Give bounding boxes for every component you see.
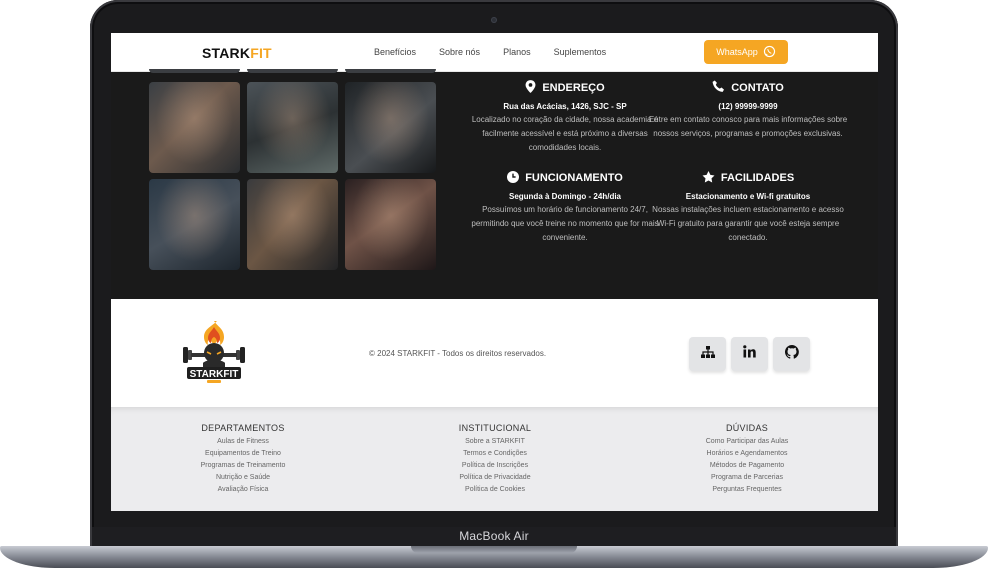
footer-link[interactable]: Política de Inscrições xyxy=(410,460,580,472)
linkedin-icon xyxy=(743,345,756,363)
social-links xyxy=(689,337,810,371)
nav-links: Benefícios Sobre nós Planos Suplementos xyxy=(374,47,606,57)
phone-icon xyxy=(712,80,725,96)
footer-link[interactable]: Horários e Agendamentos xyxy=(662,448,832,460)
navbar: STARKFIT Benefícios Sobre nós Planos Sup… xyxy=(111,33,878,72)
gallery-image[interactable] xyxy=(247,179,338,270)
footer-link[interactable]: Perguntas Frequentes xyxy=(662,484,832,496)
gallery-image-partial xyxy=(345,69,436,73)
footer-link[interactable]: Nutrição e Saúde xyxy=(158,472,328,484)
info-subtitle: Segunda à Domingo - 24h/dia xyxy=(508,192,621,201)
laptop-model-label: MacBook Air xyxy=(459,529,529,543)
info-subtitle: (12) 99999-9999 xyxy=(718,102,778,111)
footer-link[interactable]: Como Participar das Aulas xyxy=(662,436,832,448)
info-funcionamento: FUNCIONAMENTO Segunda à Domingo - 24h/di… xyxy=(465,170,665,245)
info-contato: CONTATO (12) 99999-9999 Entre em contato… xyxy=(648,80,848,141)
footer-link[interactable]: Política de Cookies xyxy=(410,484,580,496)
footer-column-departamentos: DEPARTAMENTOS Aulas de Fitness Equipamen… xyxy=(158,423,328,496)
footer-column-duvidas: DÚVIDAS Como Participar das Aulas Horári… xyxy=(662,423,832,496)
info-description: Localizado no coração da cidade, nossa a… xyxy=(471,115,659,152)
info-title: ENDEREÇO xyxy=(542,82,605,94)
location-pin-icon xyxy=(525,80,536,96)
nav-link-sobre-nos[interactable]: Sobre nós xyxy=(439,47,480,57)
nav-link-suplementos[interactable]: Suplementos xyxy=(554,47,607,57)
brand-main: STARK xyxy=(202,45,251,61)
footer-link[interactable]: Política de Privacidade xyxy=(410,472,580,484)
footer-link[interactable]: Equipamentos de Treino xyxy=(158,448,328,460)
gallery-image[interactable] xyxy=(345,82,436,173)
starkfit-logo-graphic: STARKFIT xyxy=(183,321,245,383)
linkedin-button[interactable] xyxy=(731,337,768,371)
nav-link-planos[interactable]: Planos xyxy=(503,47,531,57)
info-facilidades: FACILIDADES Estacionamento e Wi-fi gratu… xyxy=(648,170,848,245)
gallery-image-partial xyxy=(247,69,338,73)
gallery-image[interactable] xyxy=(345,179,436,270)
copyright-text: © 2024 STARKFIT - Todos os direitos rese… xyxy=(369,349,547,358)
footer-column-institucional: INSTITUCIONAL Sobre a STARKFIT Termos e … xyxy=(410,423,580,496)
footer-link[interactable]: Avaliação Física xyxy=(158,484,328,496)
footer-column-title: INSTITUCIONAL xyxy=(458,423,532,433)
footer-column-title: DÚVIDAS xyxy=(725,423,769,433)
whatsapp-icon xyxy=(763,45,776,60)
footer-link[interactable]: Programa de Parcerias xyxy=(662,472,832,484)
info-title: FACILIDADES xyxy=(720,172,795,184)
starkfit-logo[interactable]: STARKFIT xyxy=(179,319,249,389)
footer-link[interactable]: Sobre a STARKFIT xyxy=(410,436,580,448)
footer-link[interactable]: Métodos de Pagamento xyxy=(662,460,832,472)
clock-icon xyxy=(507,170,520,186)
star-icon xyxy=(702,170,715,186)
footer-link[interactable]: Termos e Condições xyxy=(410,448,580,460)
gallery-image-partial xyxy=(149,69,240,73)
gallery-image[interactable] xyxy=(149,82,240,173)
footer-column-title: DEPARTAMENTOS xyxy=(201,423,285,433)
info-title: FUNCIONAMENTO xyxy=(525,172,623,184)
info-subtitle: Estacionamento e Wi-fi gratuitos xyxy=(685,192,811,201)
github-button[interactable] xyxy=(773,337,810,371)
info-subtitle: Rua das Acácias, 1426, SJC - SP xyxy=(503,102,627,111)
footer-link[interactable]: Aulas de Fitness xyxy=(158,436,328,448)
footer-links: DEPARTAMENTOS Aulas de Fitness Equipamen… xyxy=(111,407,878,511)
gym-gallery xyxy=(149,82,437,270)
camera-dot xyxy=(491,17,497,23)
gallery-image[interactable] xyxy=(247,82,338,173)
info-description: Entre em contato conosco para mais infor… xyxy=(648,115,848,138)
sitemap-icon xyxy=(700,345,715,363)
screen: STARKFIT Benefícios Sobre nós Planos Sup… xyxy=(111,33,878,511)
whatsapp-label: WhatsApp xyxy=(716,47,758,57)
logo-wordmark: STARKFIT xyxy=(190,369,239,380)
laptop-hinge-notch xyxy=(411,546,577,553)
info-title: CONTATO xyxy=(731,82,784,94)
info-description: Nossas instalações incluem estacionament… xyxy=(652,205,844,242)
sitemap-button[interactable] xyxy=(689,337,726,371)
nav-link-beneficios[interactable]: Benefícios xyxy=(374,47,416,57)
whatsapp-button[interactable]: WhatsApp xyxy=(704,40,788,64)
github-icon xyxy=(784,344,799,364)
gallery-image[interactable] xyxy=(149,179,240,270)
brand-logo[interactable]: STARKFIT xyxy=(202,45,272,61)
footer-main: STARKFIT © 2024 STARKFIT - Todos os dire… xyxy=(111,299,878,407)
footer-link[interactable]: Programas de Treinamento xyxy=(158,460,328,472)
info-endereco: ENDEREÇO Rua das Acácias, 1426, SJC - SP… xyxy=(465,80,665,155)
info-description: Possuímos um horário de funcionamento 24… xyxy=(471,205,659,242)
brand-accent: FIT xyxy=(250,45,272,61)
